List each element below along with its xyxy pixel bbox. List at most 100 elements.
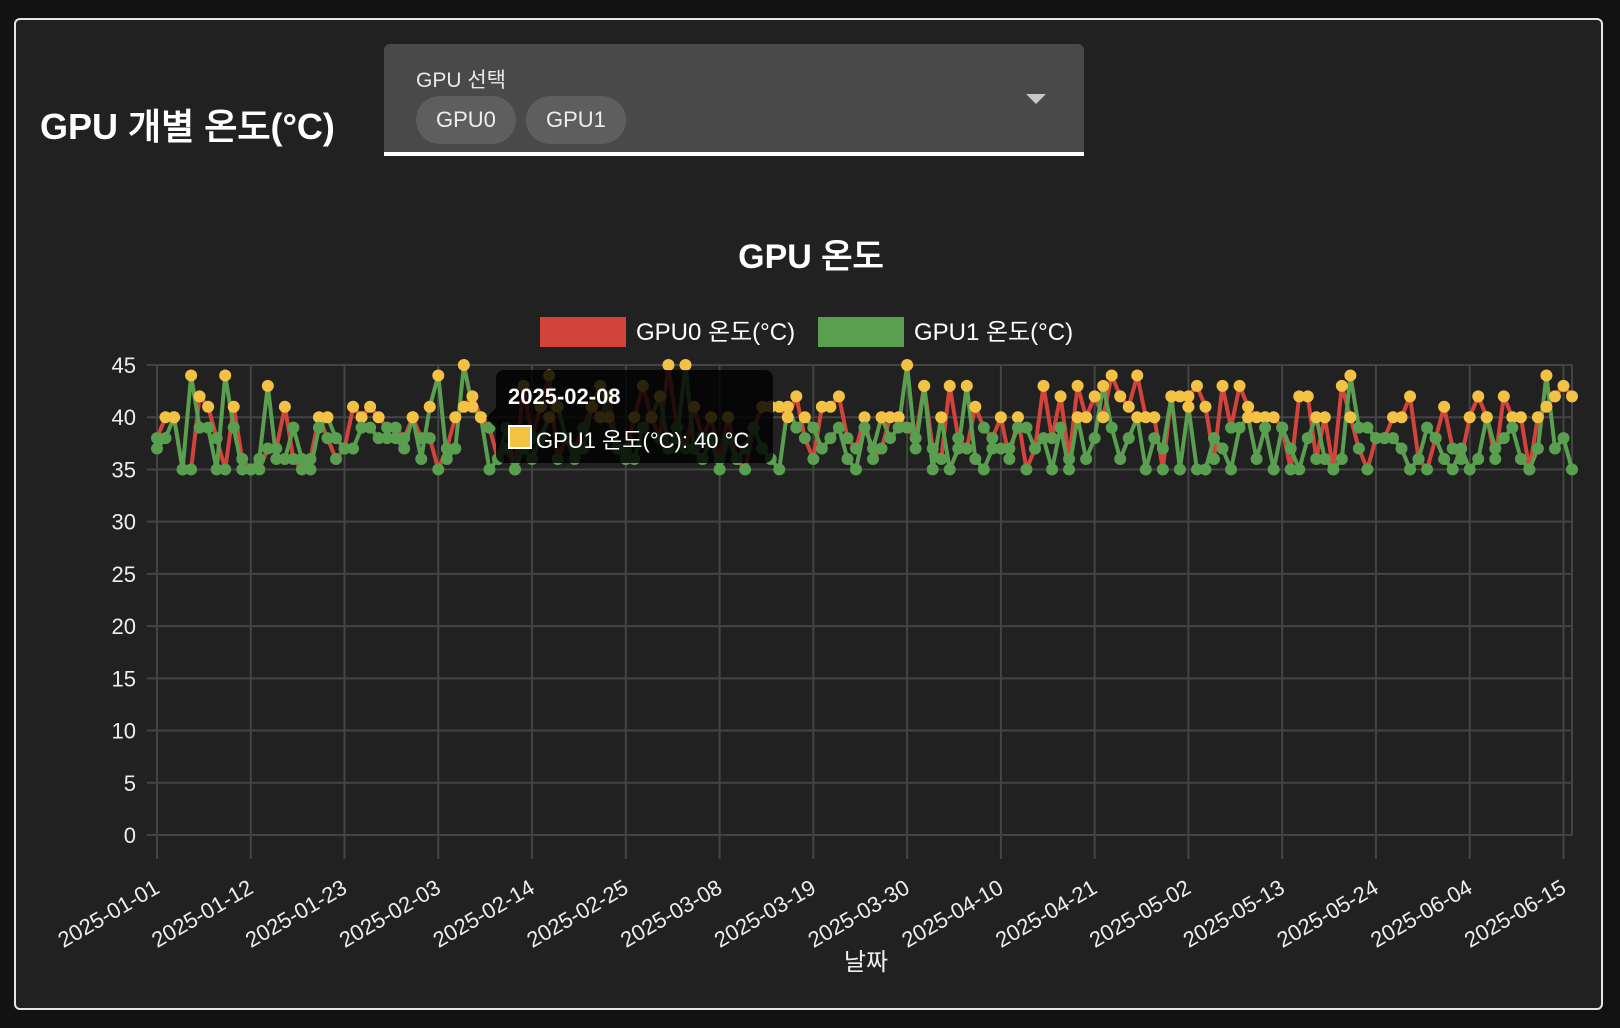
data-point-0 (1122, 400, 1135, 413)
data-point-1 (875, 411, 888, 424)
legend-label-0: GPU0 온도(°C) (636, 319, 795, 346)
data-point-1 (1523, 463, 1536, 476)
x-tick-label: 2025-01-12 (147, 875, 257, 953)
x-tick-label: 2025-01-23 (241, 875, 351, 953)
data-point-1 (253, 453, 266, 465)
data-point-1 (1497, 432, 1510, 445)
data-point-1 (415, 453, 428, 465)
data-point-1 (1344, 369, 1357, 382)
data-point-1 (1361, 421, 1374, 434)
data-point-1 (977, 463, 990, 476)
data-point-1 (347, 442, 360, 455)
data-point-1 (185, 369, 198, 382)
data-point-1 (1293, 463, 1306, 476)
data-point-1 (1046, 463, 1059, 476)
data-point-1 (312, 421, 325, 434)
data-point-0 (449, 411, 462, 424)
data-point-0 (986, 432, 999, 445)
data-point-1 (1225, 463, 1238, 476)
data-point-0 (1548, 390, 1561, 403)
data-point-1 (1054, 421, 1067, 434)
data-point-0 (790, 390, 803, 403)
data-point-0 (210, 432, 223, 445)
data-point-0 (1242, 400, 1255, 413)
data-point-1 (1114, 453, 1127, 465)
data-point-1 (440, 453, 453, 465)
data-point-1 (509, 463, 522, 476)
data-point-0 (1344, 411, 1357, 424)
data-point-1 (1438, 453, 1451, 465)
data-point-0 (372, 411, 385, 424)
data-point-0 (1352, 442, 1365, 455)
y-tick-label: 15 (112, 666, 136, 691)
data-point-1 (304, 463, 317, 476)
data-point-1 (1548, 442, 1561, 455)
x-tick-label: 2025-03-08 (616, 875, 726, 953)
data-point-0 (1472, 390, 1485, 403)
data-point-1 (884, 432, 897, 445)
data-point-0 (798, 432, 811, 445)
data-point-1 (423, 400, 436, 413)
data-point-1 (1182, 400, 1195, 413)
data-point-1 (1489, 442, 1502, 455)
data-point-0 (1037, 379, 1050, 392)
data-point-1 (918, 379, 931, 392)
data-point-1 (202, 421, 215, 434)
data-point-1 (1216, 442, 1229, 455)
data-point-1 (1071, 411, 1084, 424)
data-point-1 (1003, 442, 1016, 455)
x-axis-title: 날짜 (844, 949, 888, 976)
data-point-1 (389, 432, 402, 445)
data-point-1 (219, 369, 232, 382)
data-point-1 (969, 453, 982, 465)
gpu-temperature-chart: GPU 온도 GPU0 온도(°C) GPU1 온도(°C) 0 5 10 15 20 25 30… (54, 238, 1578, 976)
data-point-1 (1421, 421, 1434, 434)
data-point-1 (261, 379, 274, 392)
data-point-1 (483, 463, 496, 476)
data-point-1 (159, 432, 172, 445)
data-point-0 (1421, 463, 1434, 476)
data-point-0 (1566, 390, 1578, 403)
data-point-0 (1531, 411, 1544, 424)
data-point-1 (1063, 463, 1076, 476)
data-point-0 (466, 390, 479, 403)
data-point-1 (406, 411, 419, 424)
data-point-0 (841, 432, 854, 445)
data-point-1 (1463, 463, 1476, 476)
data-point-1 (1080, 453, 1093, 465)
data-point-1 (1259, 421, 1272, 434)
data-point-1 (1514, 453, 1527, 465)
data-point-1 (841, 453, 854, 465)
x-tick-label: 2025-01-01 (54, 875, 164, 953)
x-tick-label: 2025-05-02 (1085, 875, 1195, 953)
tooltip-body: GPU1 온도(°C): 40 °C (536, 428, 750, 453)
data-point-1 (1301, 432, 1314, 445)
data-point-0 (423, 432, 436, 445)
data-point-0 (193, 390, 206, 403)
data-point-0 (1054, 390, 1067, 403)
data-point-1 (449, 442, 462, 455)
data-point-0 (952, 432, 965, 445)
data-point-0 (202, 400, 215, 413)
data-point-0 (1463, 411, 1476, 424)
tooltip-color-swatch (508, 425, 532, 449)
data-point-1 (295, 453, 308, 465)
data-point-1 (790, 421, 803, 434)
y-tick-label: 40 (112, 405, 136, 430)
data-point-1 (1557, 432, 1570, 445)
data-point-0 (1514, 411, 1527, 424)
data-point-0 (781, 411, 794, 424)
data-point-0 (389, 421, 402, 434)
data-point-1 (773, 463, 786, 476)
data-point-1 (824, 432, 837, 445)
data-point-0 (1557, 379, 1570, 392)
tooltip-title: 2025-02-08 (508, 384, 621, 409)
data-point-1 (1540, 369, 1553, 382)
data-point-1 (1097, 379, 1110, 392)
data-point-1 (849, 463, 862, 476)
data-point-1 (1028, 442, 1041, 455)
data-point-1 (457, 359, 470, 371)
data-point-1 (364, 421, 377, 434)
data-point-0 (1156, 463, 1169, 476)
x-tick-label: 2025-04-21 (991, 875, 1101, 953)
